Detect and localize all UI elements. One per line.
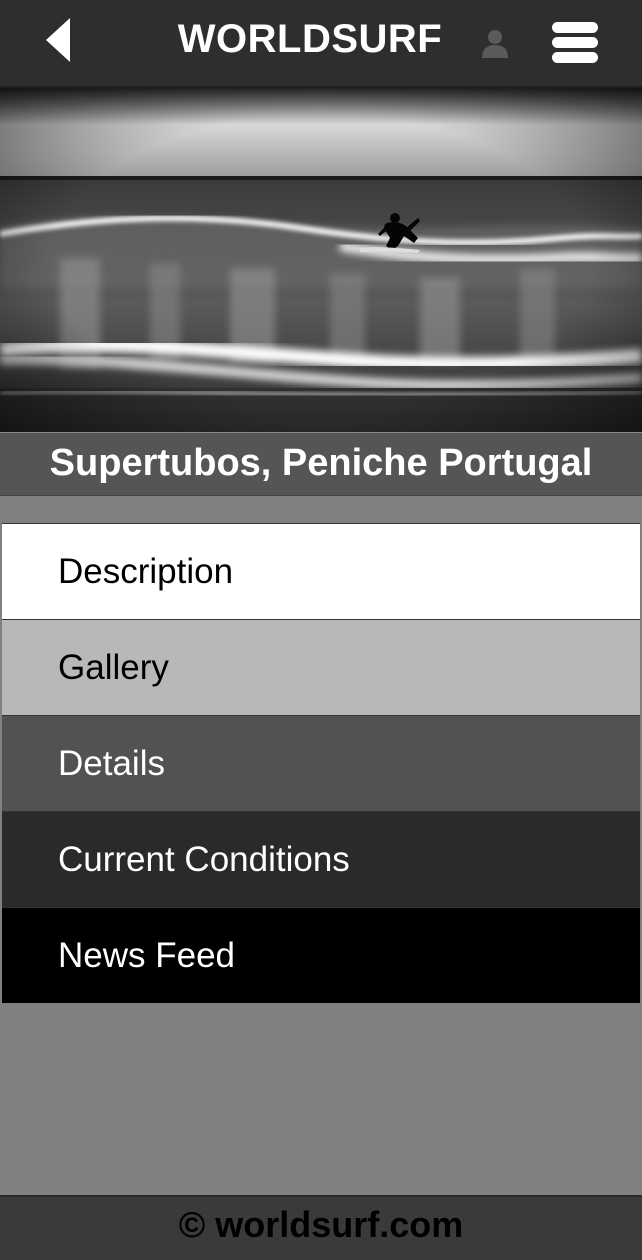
hero-surf-photo bbox=[0, 88, 642, 432]
footer: © worldsurf.com bbox=[0, 1195, 642, 1260]
surfer-wave-image bbox=[0, 88, 642, 432]
menu-item-gallery[interactable]: Gallery bbox=[2, 619, 640, 715]
menu-item-label: Details bbox=[58, 743, 165, 783]
menu-item-description[interactable]: Description bbox=[2, 523, 640, 619]
back-arrow-icon bbox=[46, 18, 70, 62]
user-icon bbox=[482, 30, 508, 58]
menu-item-details[interactable]: Details bbox=[2, 715, 640, 811]
menu-item-label: Current Conditions bbox=[58, 839, 350, 879]
top-app-bar: WORLDSURF bbox=[0, 0, 642, 88]
app-title: WORLDSURF bbox=[177, 17, 443, 61]
menu-item-label: News Feed bbox=[58, 935, 236, 975]
hamburger-menu-button[interactable] bbox=[550, 20, 600, 66]
menu-item-current-conditions[interactable]: Current Conditions bbox=[2, 811, 640, 907]
menu-item-label: Description bbox=[58, 551, 234, 591]
back-button[interactable] bbox=[38, 14, 78, 66]
user-profile-button[interactable] bbox=[478, 26, 512, 60]
location-title: Supertubos, Peniche Portugal bbox=[49, 442, 593, 484]
menu-item-label: Gallery bbox=[58, 647, 169, 687]
menu-item-news-feed[interactable]: News Feed bbox=[2, 907, 640, 1003]
copyright-text: © worldsurf.com bbox=[178, 1204, 464, 1245]
location-banner: Supertubos, Peniche Portugal bbox=[0, 432, 642, 496]
spot-menu: Description Gallery Details Current Cond… bbox=[2, 523, 640, 1003]
hamburger-menu-icon bbox=[552, 22, 598, 63]
